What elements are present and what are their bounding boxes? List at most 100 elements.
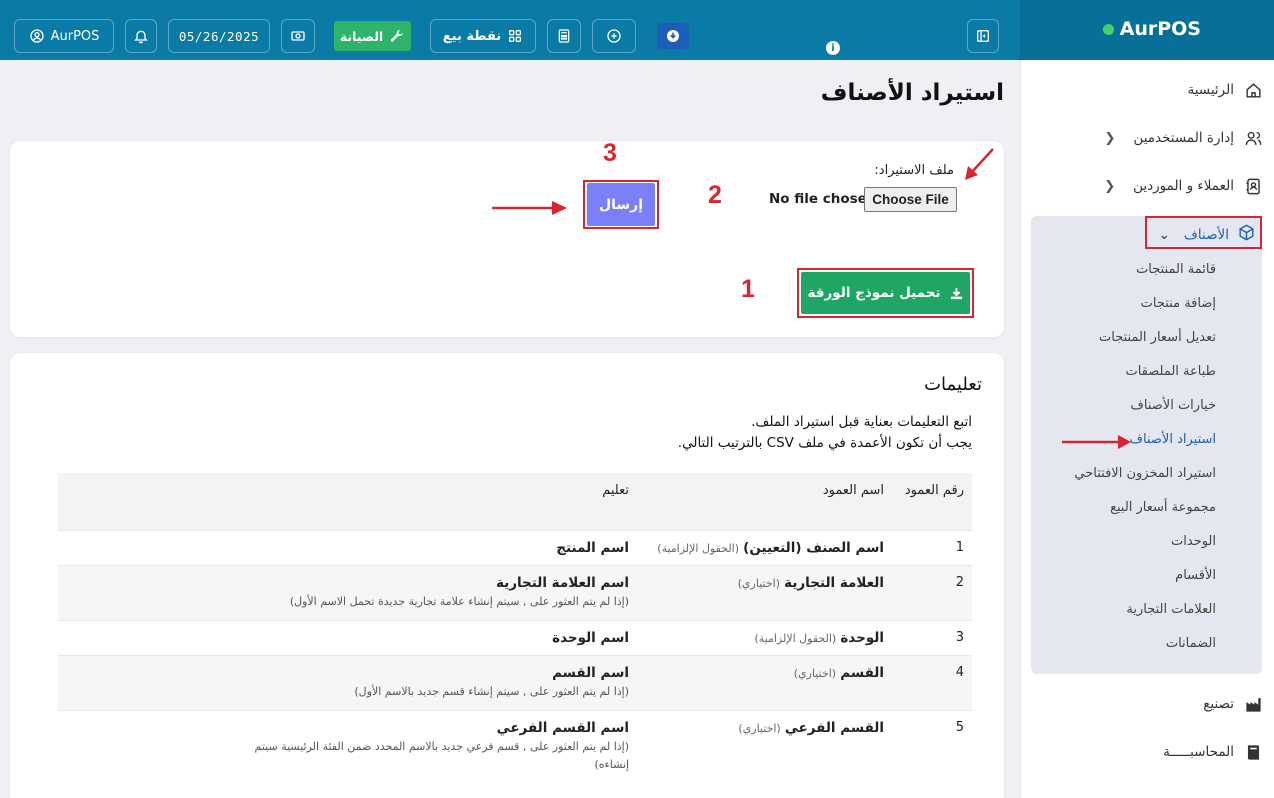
book-icon: [1242, 741, 1264, 763]
submit-button[interactable]: إرسال: [587, 183, 655, 226]
column-name-text: الوحدة: [840, 629, 884, 646]
chevron-down-icon: ⌄: [1158, 226, 1170, 243]
annotation-number-3: 3: [603, 139, 617, 167]
instructions-title: تعليمات: [924, 374, 982, 395]
download-template-button[interactable]: تحميل نموذج الورقة: [801, 272, 970, 314]
choose-file-button[interactable]: Choose File: [864, 187, 957, 212]
cell-number: 2: [892, 564, 972, 620]
submenu-update-prices[interactable]: تعديل أسعار المنتجات: [1099, 330, 1216, 345]
pos-button[interactable]: نقطة بيع: [430, 19, 536, 53]
factory-icon: [1242, 693, 1264, 715]
instructions-line: اتبع التعليمات بعناية قبل استيراد الملف.: [751, 414, 972, 430]
download-icon: [950, 287, 962, 299]
annotation-arrow-icon: [965, 148, 994, 180]
user-name: AurPOS: [50, 28, 100, 44]
sidebar-item-accounting[interactable]: المحاسبـــــة: [1163, 741, 1264, 763]
cell-number: 3: [892, 619, 972, 655]
sidebar-toggle-icon: [977, 30, 989, 42]
table-row: 5 القسم الفرعي (اختياري) اسم القسم الفرع…: [58, 709, 972, 783]
instruction-value: اسم القسم: [552, 664, 629, 681]
submenu-add-products[interactable]: إضافة منتجات: [1141, 296, 1216, 311]
add-button[interactable]: [592, 19, 636, 53]
instruction-value: اسم القسم الفرعي: [496, 719, 629, 736]
table-header-row: رقم العمود اسم العمود تعليم: [58, 473, 972, 530]
instruction-note: (إذا لم يتم العثور على , سيتم إنشاء قسم …: [354, 684, 629, 698]
annotation-number-2: 2: [708, 181, 722, 209]
submenu-variations[interactable]: خيارات الأصناف: [1130, 398, 1216, 413]
plus-circle-icon: [607, 29, 621, 43]
info-icon[interactable]: i: [826, 41, 840, 55]
submenu-import-products[interactable]: استيراد الأصناف: [1130, 432, 1216, 447]
cell-column-name: العلامة التجارية (اختياري): [637, 564, 892, 620]
download-circle-icon: [667, 30, 679, 42]
sidebar-item-label: إدارة المستخدمين: [1133, 130, 1234, 146]
calculator-icon: [558, 29, 570, 43]
brand-logo[interactable]: AurPOS: [1102, 18, 1201, 40]
chevron-left-icon: ❮: [1104, 130, 1116, 146]
column-tag: (اختياري): [737, 576, 780, 590]
brand-bar: AurPOS: [1020, 0, 1274, 60]
submenu-warranties[interactable]: الضمانات: [1166, 636, 1216, 651]
download-template-label: تحميل نموذج الورقة: [807, 285, 941, 301]
submenu-categories[interactable]: الأقسام: [1175, 568, 1216, 583]
table-row: 3 الوحدة (الحقول الإلزامية) اسم الوحدة: [58, 619, 972, 655]
cell-column-name: الوحدة (الحقول الإلزامية): [637, 619, 892, 655]
annotation-number-1: 1: [741, 275, 755, 303]
submenu-price-groups[interactable]: مجموعة أسعار البيع: [1110, 500, 1216, 515]
grid-icon: [509, 29, 522, 42]
brand-name: AurPOS: [1119, 18, 1201, 40]
maintenance-button[interactable]: الصيانة: [334, 21, 411, 51]
cell-instruction: اسم الوحدة: [58, 619, 637, 655]
box-icon: [1237, 223, 1256, 246]
sidebar-item-contacts[interactable]: العملاء و الموردين ❮: [1104, 175, 1264, 197]
notifications-button[interactable]: [125, 19, 157, 53]
sidebar-item-home[interactable]: الرئيسية: [1188, 79, 1265, 101]
cell-number: 1: [892, 529, 972, 565]
date-display: 05/26/2025: [168, 19, 270, 53]
submenu-print-labels[interactable]: طباعة الملصقات: [1125, 364, 1216, 379]
submenu-units[interactable]: الوحدات: [1171, 534, 1216, 549]
table-row: 4 القسم (اختياري) اسم القسم (إذا لم يتم ا…: [58, 654, 972, 710]
submenu-import-opening-stock[interactable]: استيراد المخزون الافتتاحي: [1074, 466, 1216, 481]
cell-instruction: اسم القسم الفرعي (إذا لم يتم العثور على ,…: [58, 709, 637, 783]
submenu-product-list[interactable]: قائمة المنتجات: [1136, 262, 1216, 277]
home-icon: [1242, 79, 1264, 101]
submenu-brands[interactable]: العلامات التجارية: [1126, 602, 1216, 617]
instruction-value: اسم المنتج: [556, 539, 629, 556]
columns-table: رقم العمود اسم العمود تعليم 1 اسم الصنف …: [58, 473, 972, 783]
sidebar-item-users[interactable]: إدارة المستخدمين ❮: [1105, 127, 1264, 149]
sidebar-item-manufacturing[interactable]: تصنيع: [1203, 693, 1264, 715]
user-menu-button[interactable]: AurPOS: [14, 19, 114, 53]
sidebar-item-products[interactable]: الأصناف ⌄: [1159, 223, 1256, 246]
header-column-number: رقم العمود: [892, 473, 972, 530]
users-icon: [1242, 127, 1264, 149]
instruction-value: اسم العلامة التجارية: [495, 574, 629, 591]
cash-register-button[interactable]: [281, 19, 315, 53]
annotation-arrow-icon: [492, 201, 567, 215]
cell-number: 4: [892, 654, 972, 710]
chevron-left-icon: ❮: [1104, 178, 1116, 194]
cell-instruction: اسم العلامة التجارية (إذا لم يتم العثور ع…: [58, 564, 637, 620]
calculator-button[interactable]: [547, 19, 581, 53]
cell-column-name: القسم (اختياري): [637, 654, 892, 710]
table-row: 1 اسم الصنف (التعيين) (الحقول الإلزامية)…: [58, 529, 972, 565]
instruction-note: (إذا لم يتم العثور على , قسم فرعي جديد ب…: [254, 739, 629, 771]
status-dot-icon: [1102, 23, 1114, 35]
annotation-arrow-icon: [1062, 435, 1131, 449]
cell-instruction: اسم القسم (إذا لم يتم العثور على , سيتم إ…: [58, 654, 637, 710]
sidebar-item-label: المحاسبـــــة: [1163, 744, 1234, 760]
pos-label: نقطة بيع: [442, 28, 502, 44]
file-label: ملف الاستيراد:: [874, 163, 954, 178]
sidebar-item-label: العملاء و الموردين: [1133, 178, 1234, 194]
instruction-note: (إذا لم يتم العثور على , سيتم إنشاء علام…: [289, 594, 629, 608]
toggle-sidebar-button[interactable]: [967, 19, 999, 53]
file-status-text: No file chosen: [769, 191, 877, 207]
cell-instruction: اسم المنتج: [58, 529, 637, 565]
sidebar-item-label: الرئيسية: [1187, 82, 1235, 98]
cell-number: 5: [892, 709, 972, 783]
column-name-text: اسم الصنف (التعيين): [743, 539, 884, 556]
table-row: 2 العلامة التجارية (اختياري) اسم العلامة…: [58, 564, 972, 620]
download-app-button[interactable]: [657, 23, 689, 49]
column-tag: (اختياري): [793, 666, 837, 680]
header-column-name: اسم العمود: [637, 473, 892, 530]
